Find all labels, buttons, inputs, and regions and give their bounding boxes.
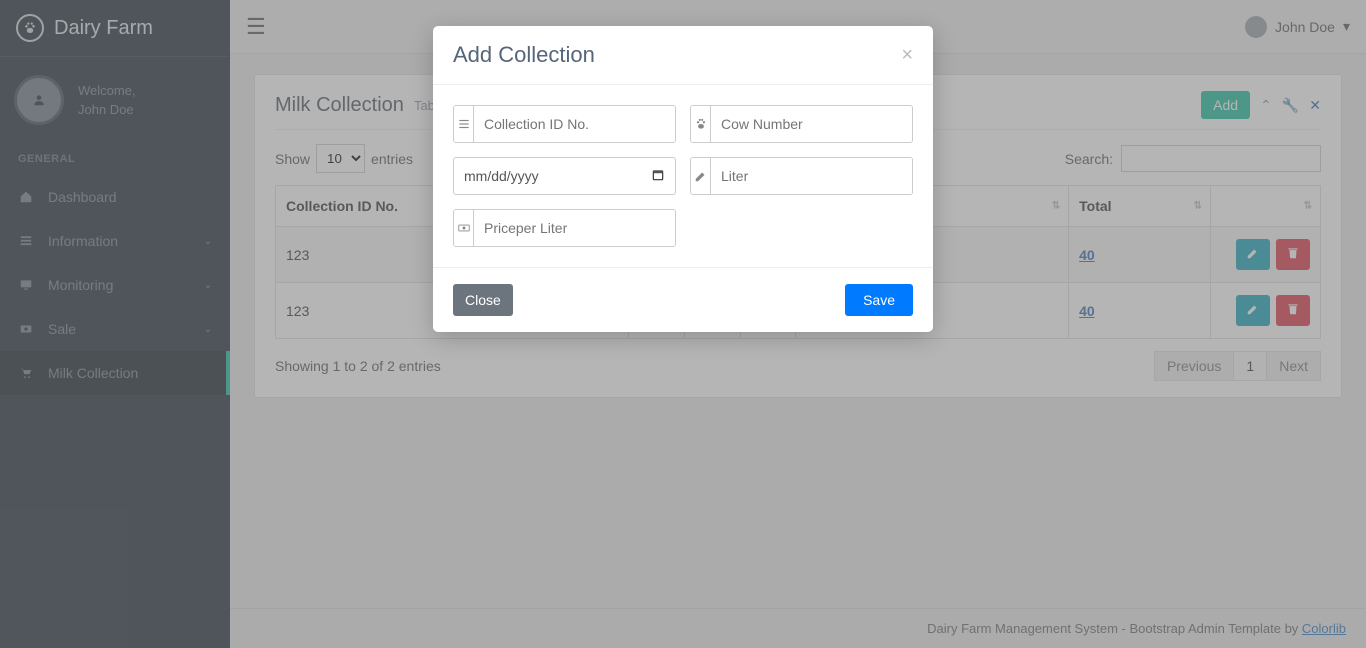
collection-id-input[interactable] xyxy=(474,106,675,142)
liter-input[interactable] xyxy=(711,158,912,194)
pencil-icon xyxy=(691,158,711,194)
modal-overlay[interactable]: Add Collection × mm/dd/yyyy xyxy=(0,0,1366,648)
calendar-icon xyxy=(651,168,665,185)
modal-title: Add Collection xyxy=(453,42,595,68)
cow-number-field xyxy=(690,105,913,143)
paw-icon xyxy=(691,106,711,142)
close-button[interactable]: Close xyxy=(453,284,513,316)
collection-id-field xyxy=(453,105,676,143)
list-icon xyxy=(454,106,474,142)
date-placeholder: mm/dd/yyyy xyxy=(464,168,539,184)
save-button[interactable]: Save xyxy=(845,284,913,316)
cow-number-input[interactable] xyxy=(711,106,912,142)
add-collection-modal: Add Collection × mm/dd/yyyy xyxy=(433,26,933,332)
price-input[interactable] xyxy=(474,210,675,246)
money-icon xyxy=(454,210,474,246)
close-icon[interactable]: × xyxy=(901,44,913,67)
date-field[interactable]: mm/dd/yyyy xyxy=(453,157,676,195)
liter-field xyxy=(690,157,913,195)
price-field xyxy=(453,209,676,247)
